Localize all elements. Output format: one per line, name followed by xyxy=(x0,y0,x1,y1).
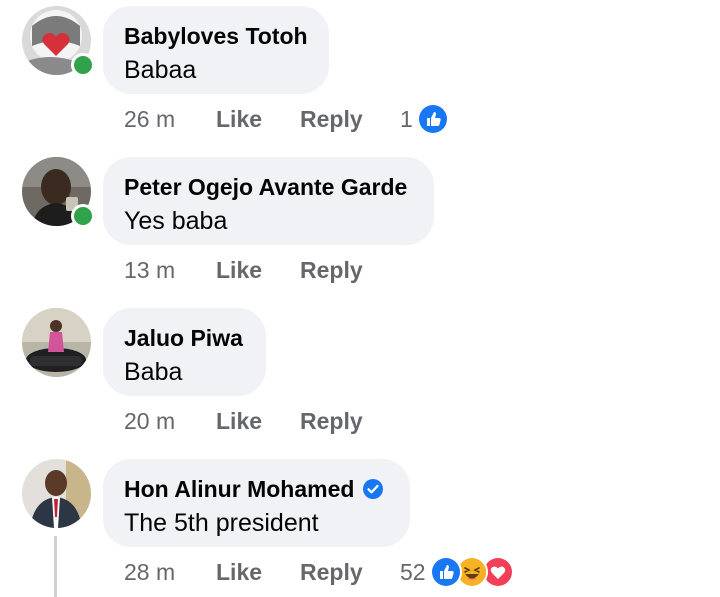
avatar-image xyxy=(22,459,91,528)
comment-actions: 20 m Like Reply xyxy=(124,406,400,436)
comment-author[interactable]: Hon Alinur Mohamed xyxy=(124,475,388,503)
like-icon[interactable] xyxy=(416,103,449,135)
like-button[interactable]: Like xyxy=(216,257,300,284)
comment-time[interactable]: 26 m xyxy=(124,106,216,133)
avatar-image xyxy=(22,308,91,377)
comment-actions: 26 m Like Reply 1 xyxy=(124,103,449,135)
comment-text: Baba xyxy=(124,358,183,386)
avatar[interactable] xyxy=(22,308,91,377)
avatar[interactable] xyxy=(22,459,91,528)
comment-bubble: Babyloves Totoh Babaa xyxy=(103,6,329,94)
comment-actions: 28 m Like Reply 52 xyxy=(124,556,514,588)
author-name[interactable]: Peter Ogejo Avante Garde xyxy=(124,173,407,201)
like-button[interactable]: Like xyxy=(216,408,300,435)
reply-button[interactable]: Reply xyxy=(300,106,400,133)
like-button[interactable]: Like xyxy=(216,559,300,586)
like-icon[interactable] xyxy=(429,556,462,588)
comment-text: Yes baba xyxy=(124,207,228,235)
reply-button[interactable]: Reply xyxy=(300,408,400,435)
comment-actions: 13 m Like Reply xyxy=(124,255,400,285)
author-name[interactable]: Babyloves Totoh xyxy=(124,22,308,50)
reaction-count[interactable]: 52 xyxy=(400,559,426,586)
like-button[interactable]: Like xyxy=(216,106,300,133)
comment-bubble: Jaluo Piwa Baba xyxy=(103,308,266,396)
comment-text: Babaa xyxy=(124,56,197,84)
comment-time[interactable]: 28 m xyxy=(124,559,216,586)
verified-badge-icon xyxy=(362,478,384,500)
reply-button[interactable]: Reply xyxy=(300,559,400,586)
author-name[interactable]: Hon Alinur Mohamed xyxy=(124,475,354,503)
online-status-icon xyxy=(71,204,95,228)
reply-button[interactable]: Reply xyxy=(300,257,400,284)
reaction-count[interactable]: 1 xyxy=(400,106,413,133)
comment-author[interactable]: Jaluo Piwa xyxy=(124,324,244,352)
comment-bubble: Peter Ogejo Avante Garde Yes baba xyxy=(103,157,434,245)
comment-time[interactable]: 20 m xyxy=(124,408,216,435)
reply-thread-line xyxy=(54,536,57,597)
online-status-icon xyxy=(71,53,95,77)
comment-author[interactable]: Babyloves Totoh xyxy=(124,22,308,50)
comment-bubble: Hon Alinur Mohamed The 5th president xyxy=(103,459,410,547)
author-name[interactable]: Jaluo Piwa xyxy=(124,324,243,352)
comment-time[interactable]: 13 m xyxy=(124,257,216,284)
comment-text: The 5th president xyxy=(124,509,319,537)
comment-author[interactable]: Peter Ogejo Avante Garde xyxy=(124,173,412,201)
